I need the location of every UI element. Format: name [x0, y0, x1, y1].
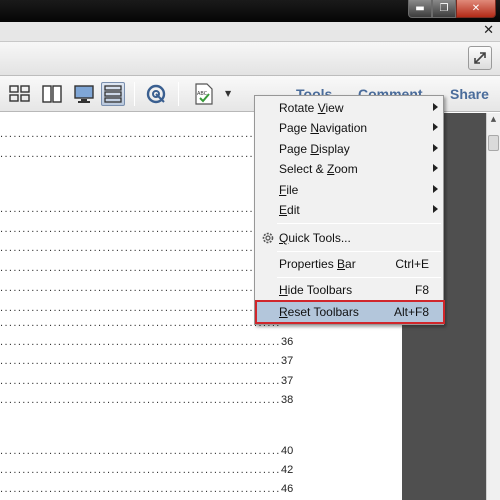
- share-tab[interactable]: Share: [450, 86, 489, 102]
- submenu-arrow-icon: [433, 205, 438, 213]
- toc-leader: ........................................…: [0, 375, 280, 387]
- menu-item-label: Edit: [279, 203, 300, 217]
- submenu-arrow-icon: [433, 123, 438, 131]
- window-controls: ▬ ❐ ✕: [408, 0, 496, 18]
- menu-item-label: Select & Zoom: [279, 162, 358, 176]
- close-document-icon[interactable]: ✕: [483, 23, 494, 38]
- menu-item-label: Reset Toolbars: [279, 305, 359, 319]
- menu-separator: [277, 277, 441, 278]
- submenu-arrow-icon: [433, 144, 438, 152]
- scrolling-view-icon[interactable]: [101, 82, 125, 106]
- menu-separator: [277, 251, 441, 252]
- toc-row: ........................................…: [0, 444, 300, 458]
- full-screen-icon[interactable]: [72, 82, 96, 106]
- menu-item-rotate-view[interactable]: Rotate View: [257, 98, 443, 118]
- toc-leader: ........................................…: [0, 394, 280, 406]
- toc-leader: ........................................…: [0, 464, 280, 476]
- menu-item-file[interactable]: File: [257, 180, 443, 200]
- toc-page-number: 42: [281, 464, 294, 476]
- toc-leader: ........................................…: [0, 302, 280, 314]
- menu-item-page-navigation[interactable]: Page Navigation: [257, 118, 443, 138]
- scroll-up-icon[interactable]: ▲: [488, 115, 499, 126]
- toc-row: ........................................…: [0, 354, 300, 368]
- toc-row: ........................................…: [0, 393, 300, 407]
- submenu-arrow-icon: [433, 164, 438, 172]
- menu-item-shortcut: F8: [414, 283, 429, 297]
- rotate-icon[interactable]: [144, 82, 168, 106]
- two-page-view-icon[interactable]: [8, 82, 32, 106]
- window-title-bar: ▬ ❐ ✕: [0, 0, 500, 22]
- toc-leader: ........................................…: [0, 445, 280, 457]
- menu-item-label: Page Navigation: [279, 121, 368, 135]
- close-button[interactable]: ✕: [456, 0, 496, 18]
- maximize-button[interactable]: ❐: [432, 0, 456, 18]
- toc-leader: ........................................…: [0, 355, 280, 367]
- toc-page-number: 46: [281, 483, 294, 495]
- document-tab-row: ✕: [0, 22, 500, 42]
- menu-item-select-zoom[interactable]: Select & Zoom: [257, 159, 443, 179]
- toc-row: ........................................…: [0, 374, 300, 388]
- submenu-arrow-icon: [433, 103, 438, 111]
- menu-item-hide-toolbars[interactable]: Hide Toolbars F8: [257, 280, 443, 300]
- menu-item-label: Rotate View: [279, 101, 344, 115]
- menu-item-edit[interactable]: Edit: [257, 200, 443, 220]
- toc-leader: ........................................…: [0, 282, 280, 294]
- toc-row: ........................................…: [0, 335, 300, 349]
- toc-leader: ........................................…: [0, 483, 280, 495]
- toc-leader: ........................................…: [0, 203, 280, 215]
- toc-leader: ........................................…: [0, 242, 280, 254]
- minimize-button[interactable]: ▬: [408, 0, 432, 18]
- toc-leader: ........................................…: [0, 128, 280, 140]
- vertical-scrollbar[interactable]: ▲: [486, 113, 500, 500]
- menu-item-page-display[interactable]: Page Display: [257, 139, 443, 159]
- chevron-down-icon[interactable]: ▼: [225, 89, 231, 98]
- menu-separator: [277, 223, 441, 224]
- toolbar-separator: [134, 82, 135, 106]
- toc-page-number: 37: [281, 355, 294, 367]
- toc-leader: ........................................…: [0, 148, 280, 160]
- menu-toolbar-row: [0, 42, 500, 76]
- toc-leader: ........................................…: [0, 336, 280, 348]
- menu-item-label: Hide Toolbars: [279, 283, 353, 297]
- two-up-view-icon[interactable]: [40, 82, 64, 106]
- menu-item-reset-toolbars[interactable]: Reset Toolbars Alt+F8: [255, 300, 445, 324]
- menu-item-shortcut: Ctrl+E: [395, 257, 429, 271]
- toc-page-number: 40: [281, 445, 294, 457]
- toc-page-number: 37: [281, 375, 294, 387]
- menu-item-label: File: [279, 183, 299, 197]
- submenu-arrow-icon: [433, 185, 438, 193]
- menu-item-label: Quick Tools...: [279, 231, 351, 245]
- toolbar-context-menu: Rotate View Page Navigation Page Display…: [254, 95, 445, 325]
- toc-row: ........................................…: [0, 463, 300, 477]
- toc-leader: ........................................…: [0, 317, 280, 329]
- gear-icon: [260, 230, 276, 246]
- expand-icon[interactable]: [468, 46, 492, 70]
- scrollbar-thumb[interactable]: [488, 135, 499, 151]
- menu-item-label: Page Display: [279, 142, 350, 156]
- spell-check-icon[interactable]: ABC: [192, 82, 216, 106]
- menu-item-properties-bar[interactable]: Properties Bar Ctrl+E: [257, 254, 443, 274]
- toolbar-separator: [178, 82, 179, 106]
- toc-page-number: 36: [281, 336, 294, 348]
- menu-item-quick-tools[interactable]: Quick Tools...: [257, 228, 443, 248]
- menu-item-shortcut: Alt+F8: [393, 305, 429, 319]
- toc-leader: ........................................…: [0, 262, 280, 274]
- toc-row: ........................................…: [0, 482, 300, 496]
- toc-page-number: 38: [281, 394, 294, 406]
- toc-leader: ........................................…: [0, 223, 280, 235]
- menu-item-label: Properties Bar: [279, 257, 356, 271]
